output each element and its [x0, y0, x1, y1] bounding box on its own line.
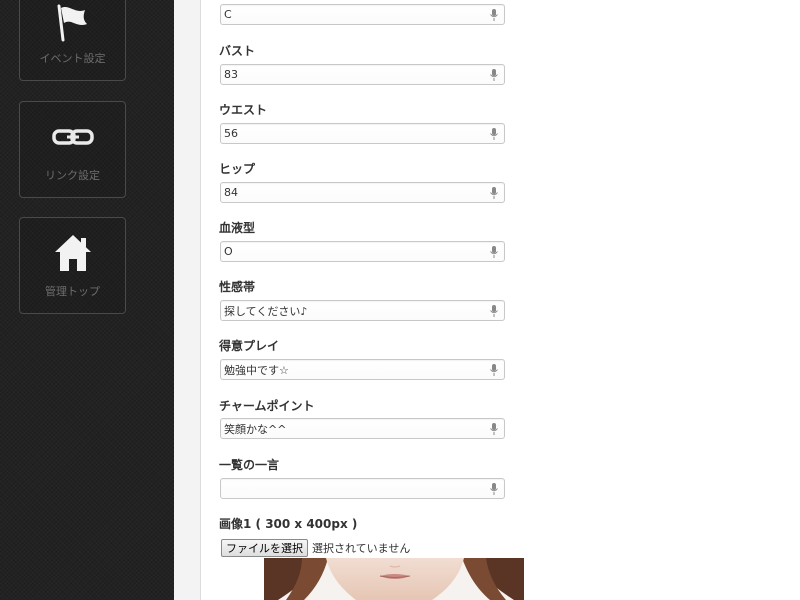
- file-status-text: 選択されていません: [312, 541, 411, 555]
- blood-type-label: 血液型: [219, 221, 256, 235]
- link-icon: [20, 116, 125, 158]
- microphone-icon[interactable]: [490, 69, 498, 81]
- cup-size-field[interactable]: [220, 4, 505, 25]
- bust-field[interactable]: [220, 64, 505, 85]
- waist-label: ウエスト: [219, 103, 268, 117]
- choose-file-button[interactable]: ファイルを選択: [221, 538, 308, 557]
- waist-input[interactable]: [224, 125, 482, 142]
- erogenous-zone-label: 性感帯: [219, 280, 256, 294]
- image1-file-input[interactable]: ファイルを選択 選択されていません: [221, 538, 410, 557]
- list-comment-label: 一覧の一言: [219, 458, 280, 472]
- image1-preview: [264, 558, 524, 600]
- hip-label: ヒップ: [219, 162, 256, 176]
- specialty-play-label: 得意プレイ: [219, 339, 280, 353]
- sidebar-item-link-settings[interactable]: リンク設定: [19, 101, 126, 198]
- microphone-icon[interactable]: [490, 483, 498, 495]
- blood-type-field[interactable]: [220, 241, 505, 262]
- image1-label: 画像1 ( 300 x 400px ): [219, 517, 358, 531]
- microphone-icon[interactable]: [490, 423, 498, 435]
- microphone-icon[interactable]: [490, 9, 498, 21]
- content-gutter: [174, 0, 201, 600]
- microphone-icon[interactable]: [490, 187, 498, 199]
- home-icon: [20, 232, 125, 274]
- charm-point-input[interactable]: [224, 420, 482, 437]
- cup-size-input[interactable]: [224, 6, 482, 23]
- erogenous-zone-input[interactable]: [224, 302, 482, 319]
- charm-point-field[interactable]: [220, 418, 505, 439]
- sidebar-item-admin-top[interactable]: 管理トップ: [19, 217, 126, 314]
- blood-type-input[interactable]: [224, 243, 482, 260]
- list-comment-field[interactable]: [220, 478, 505, 499]
- bust-label: バスト: [219, 44, 256, 58]
- erogenous-zone-field[interactable]: [220, 300, 505, 321]
- microphone-icon[interactable]: [490, 305, 498, 317]
- specialty-play-field[interactable]: [220, 359, 505, 380]
- hip-field[interactable]: [220, 182, 505, 203]
- sidebar-item-label: イベント設定: [39, 52, 106, 65]
- microphone-icon[interactable]: [490, 128, 498, 140]
- charm-point-label: チャームポイント: [219, 399, 315, 413]
- sidebar-item-label: リンク設定: [45, 169, 100, 182]
- waist-field[interactable]: [220, 123, 505, 144]
- sidebar: イベント設定 リンク設定 管理トップ: [0, 0, 174, 600]
- sidebar-item-label: 管理トップ: [45, 285, 100, 298]
- specialty-play-input[interactable]: [224, 361, 482, 378]
- hip-input[interactable]: [224, 184, 482, 201]
- sidebar-item-event-settings[interactable]: イベント設定: [19, 0, 126, 81]
- flag-icon: [20, 1, 125, 43]
- list-comment-input[interactable]: [224, 480, 482, 497]
- bust-input[interactable]: [224, 66, 482, 83]
- microphone-icon[interactable]: [490, 364, 498, 376]
- microphone-icon[interactable]: [490, 246, 498, 258]
